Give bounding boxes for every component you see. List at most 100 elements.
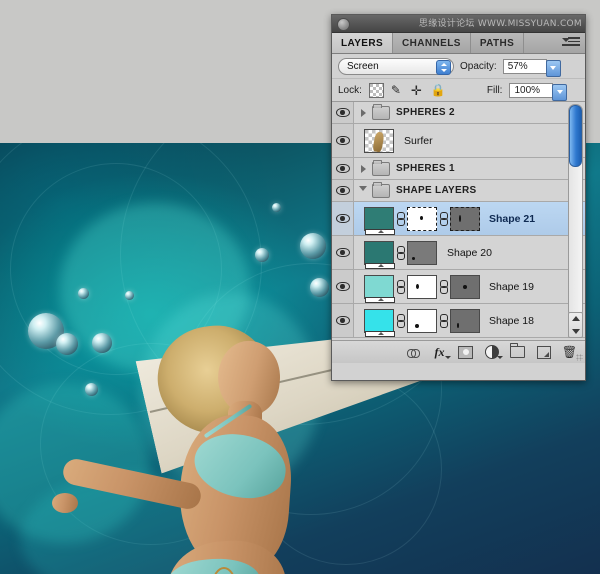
link-icon[interactable] <box>439 314 448 328</box>
layer-name: SHAPE LAYERS <box>396 185 476 196</box>
link-icon[interactable] <box>396 280 405 294</box>
fill-input[interactable]: 100% <box>509 83 553 98</box>
scrollbar-thumb[interactable] <box>569 105 582 167</box>
fill-value: 100% <box>514 85 540 96</box>
watermark-text: 思缘设计论坛 WWW.MISSYUAN.COM <box>419 16 582 29</box>
eye-icon <box>336 282 350 291</box>
eye-icon <box>336 186 350 195</box>
layer-name: Shape 20 <box>447 247 492 259</box>
thumbnail-group <box>364 207 480 231</box>
layer-list-scrollbar[interactable] <box>568 104 583 318</box>
eye-icon <box>336 316 350 325</box>
scroll-down-icon[interactable] <box>572 329 580 334</box>
folder-icon <box>372 162 390 176</box>
layer-row-shape-20[interactable]: Shape 20 <box>332 236 585 270</box>
thumbnail-group <box>364 241 437 265</box>
layer-name: Shape 21 <box>489 213 535 225</box>
layer-row-surfer[interactable]: Surfer <box>332 124 585 158</box>
link-layers-icon[interactable] <box>406 345 421 360</box>
visibility-toggle[interactable] <box>332 158 354 179</box>
visibility-toggle[interactable] <box>332 236 354 269</box>
group-disclosure-icon[interactable] <box>354 165 372 173</box>
opacity-stepper-icon[interactable] <box>546 60 561 77</box>
visibility-toggle[interactable] <box>332 102 354 123</box>
link-icon[interactable] <box>439 212 448 226</box>
blend-mode-row: Screen Opacity: 57% <box>332 54 585 79</box>
fill-stepper-icon[interactable] <box>552 84 567 101</box>
visibility-toggle[interactable] <box>332 304 354 337</box>
layer-thumbnail[interactable] <box>364 275 394 299</box>
visibility-toggle[interactable] <box>332 124 354 157</box>
add-layer-mask-icon[interactable] <box>458 345 473 360</box>
layer-row-shape-18[interactable]: Shape 18 <box>332 304 585 338</box>
vector-mask-thumbnail[interactable] <box>450 309 480 333</box>
decor-sphere <box>255 248 269 262</box>
layer-row-shape-21[interactable]: Shape 21 <box>332 202 585 236</box>
decor-sphere <box>92 333 112 353</box>
decor-sphere <box>78 288 89 299</box>
visibility-toggle[interactable] <box>332 270 354 303</box>
new-layer-icon[interactable] <box>536 345 551 360</box>
layer-mask-thumbnail[interactable] <box>407 207 437 231</box>
panel-tab-row: LAYERS CHANNELS PATHS <box>332 33 585 54</box>
vector-mask-thumbnail[interactable] <box>450 207 480 231</box>
layer-row-spheres-1[interactable]: SPHERES 1 <box>332 158 585 180</box>
all-lock-icon[interactable]: 🔒 <box>431 84 444 97</box>
lock-row: Lock: ✎ ✛ 🔒 Fill: 100% <box>332 79 585 102</box>
vector-mask-thumbnail[interactable] <box>407 241 437 265</box>
fill-label: Fill: <box>487 85 503 96</box>
link-icon[interactable] <box>439 280 448 294</box>
layer-name: Shape 19 <box>489 281 534 293</box>
panel-titlebar: 思缘设计论坛 WWW.MISSYUAN.COM <box>332 15 585 33</box>
layer-mask-thumbnail[interactable] <box>407 309 437 333</box>
group-disclosure-icon[interactable] <box>354 186 372 195</box>
visibility-toggle[interactable] <box>332 180 354 201</box>
decor-sphere <box>85 383 98 396</box>
layer-row-shape-19[interactable]: Shape 19 <box>332 270 585 304</box>
move-lock-icon[interactable]: ✛ <box>411 84 424 97</box>
layer-thumbnail[interactable] <box>364 129 394 153</box>
layer-list[interactable]: SPHERES 2 Surfer SPHERES 1 <box>332 102 585 341</box>
scrollbar-arrows[interactable] <box>568 312 583 338</box>
visibility-toggle[interactable] <box>332 202 354 235</box>
vector-mask-thumbnail[interactable] <box>450 275 480 299</box>
delete-layer-icon[interactable]: 🗑 <box>562 345 577 360</box>
layer-mask-thumbnail[interactable] <box>407 275 437 299</box>
scroll-up-icon[interactable] <box>572 316 580 321</box>
decor-sphere <box>125 291 134 300</box>
panel-bottom-toolbar: fx 🗑 <box>332 341 585 363</box>
close-icon[interactable] <box>337 18 350 31</box>
resize-grip-icon[interactable] <box>576 354 583 361</box>
layer-name: Surfer <box>404 135 433 147</box>
layer-name: Shape 18 <box>489 315 534 327</box>
layer-name: SPHERES 2 <box>396 107 455 118</box>
blend-mode-stepper-icon[interactable] <box>436 60 451 75</box>
link-icon[interactable] <box>396 212 405 226</box>
surfer-hand <box>52 493 78 513</box>
tab-channels[interactable]: CHANNELS <box>393 33 471 53</box>
tab-layers[interactable]: LAYERS <box>332 33 393 53</box>
layer-thumbnail[interactable] <box>364 309 394 333</box>
opacity-input[interactable]: 57% <box>503 59 547 74</box>
transparency-lock-icon[interactable] <box>369 83 384 98</box>
blend-mode-select[interactable]: Screen <box>338 58 454 75</box>
link-icon[interactable] <box>396 246 405 260</box>
folder-icon <box>372 106 390 120</box>
adjustment-layer-icon[interactable] <box>484 345 499 360</box>
layer-style-fx-icon[interactable]: fx <box>432 345 447 360</box>
tab-paths[interactable]: PATHS <box>471 33 524 53</box>
layer-row-shape-layers[interactable]: SHAPE LAYERS <box>332 180 585 202</box>
layer-thumbnail[interactable] <box>364 207 394 231</box>
opacity-label: Opacity: <box>460 61 497 72</box>
folder-icon <box>372 184 390 198</box>
link-icon[interactable] <box>396 314 405 328</box>
thumbnail-group <box>364 129 394 153</box>
panel-menu-icon[interactable] <box>562 37 580 49</box>
group-disclosure-icon[interactable] <box>354 109 372 117</box>
layer-name: SPHERES 1 <box>396 163 455 174</box>
thumbnail-group <box>364 275 480 299</box>
paint-lock-icon[interactable]: ✎ <box>391 84 404 97</box>
new-group-icon[interactable] <box>510 345 525 360</box>
layer-row-spheres-2[interactable]: SPHERES 2 <box>332 102 585 124</box>
layer-thumbnail[interactable] <box>364 241 394 265</box>
